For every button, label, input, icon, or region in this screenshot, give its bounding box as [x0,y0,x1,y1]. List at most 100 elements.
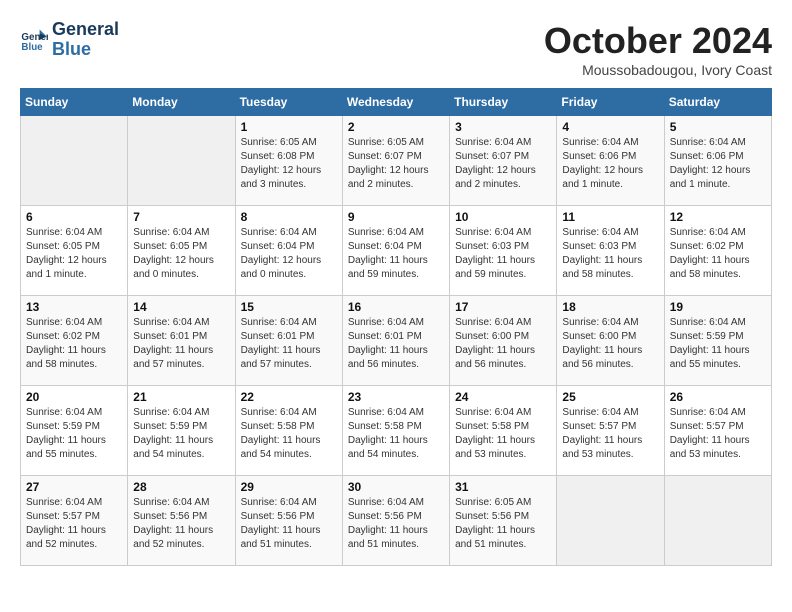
calendar-cell: 26 Sunrise: 6:04 AM Sunset: 5:57 PM Dayli… [664,386,771,476]
day-number: 7 [133,210,229,224]
day-detail: Sunrise: 6:05 AM Sunset: 6:07 PM Dayligh… [348,136,444,192]
calendar-cell [557,476,664,566]
calendar-cell: 28 Sunrise: 6:04 AM Sunset: 5:56 PM Dayli… [128,476,235,566]
calendar-week-row: 27 Sunrise: 6:04 AM Sunset: 5:57 PM Dayli… [21,476,772,566]
day-number: 19 [670,300,766,314]
calendar-cell [21,116,128,206]
day-number: 15 [241,300,337,314]
day-number: 24 [455,390,551,404]
day-number: 30 [348,480,444,494]
calendar-cell: 27 Sunrise: 6:04 AM Sunset: 5:57 PM Dayli… [21,476,128,566]
day-detail: Sunrise: 6:04 AM Sunset: 5:59 PM Dayligh… [670,316,766,372]
day-number: 10 [455,210,551,224]
title-area: October 2024 Moussobadougou, Ivory Coast [544,20,772,78]
day-number: 16 [348,300,444,314]
day-number: 11 [562,210,658,224]
calendar-week-row: 6 Sunrise: 6:04 AM Sunset: 6:05 PM Daylig… [21,206,772,296]
weekday-header-monday: Monday [128,89,235,116]
weekday-header-thursday: Thursday [450,89,557,116]
day-detail: Sunrise: 6:04 AM Sunset: 6:07 PM Dayligh… [455,136,551,192]
day-detail: Sunrise: 6:04 AM Sunset: 6:01 PM Dayligh… [133,316,229,372]
calendar-cell: 16 Sunrise: 6:04 AM Sunset: 6:01 PM Dayli… [342,296,449,386]
day-number: 14 [133,300,229,314]
day-number: 28 [133,480,229,494]
weekday-header-saturday: Saturday [664,89,771,116]
day-detail: Sunrise: 6:04 AM Sunset: 6:05 PM Dayligh… [26,226,122,282]
calendar-cell: 6 Sunrise: 6:04 AM Sunset: 6:05 PM Daylig… [21,206,128,296]
weekday-header-friday: Friday [557,89,664,116]
weekday-header-sunday: Sunday [21,89,128,116]
day-detail: Sunrise: 6:04 AM Sunset: 5:58 PM Dayligh… [348,406,444,462]
calendar-cell [664,476,771,566]
day-detail: Sunrise: 6:04 AM Sunset: 6:00 PM Dayligh… [562,316,658,372]
weekday-header-tuesday: Tuesday [235,89,342,116]
calendar-cell: 10 Sunrise: 6:04 AM Sunset: 6:03 PM Dayli… [450,206,557,296]
day-number: 4 [562,120,658,134]
calendar-cell: 29 Sunrise: 6:04 AM Sunset: 5:56 PM Dayli… [235,476,342,566]
calendar-cell: 4 Sunrise: 6:04 AM Sunset: 6:06 PM Daylig… [557,116,664,206]
calendar-cell: 8 Sunrise: 6:04 AM Sunset: 6:04 PM Daylig… [235,206,342,296]
day-number: 22 [241,390,337,404]
day-detail: Sunrise: 6:04 AM Sunset: 6:02 PM Dayligh… [670,226,766,282]
calendar-cell: 20 Sunrise: 6:04 AM Sunset: 5:59 PM Dayli… [21,386,128,476]
logo-text-line1: General [52,20,119,40]
day-number: 8 [241,210,337,224]
day-number: 17 [455,300,551,314]
location-subtitle: Moussobadougou, Ivory Coast [544,62,772,78]
day-detail: Sunrise: 6:05 AM Sunset: 6:08 PM Dayligh… [241,136,337,192]
calendar-cell: 12 Sunrise: 6:04 AM Sunset: 6:02 PM Dayli… [664,206,771,296]
day-number: 1 [241,120,337,134]
day-detail: Sunrise: 6:04 AM Sunset: 5:56 PM Dayligh… [348,496,444,552]
day-number: 29 [241,480,337,494]
calendar-cell: 22Sunrise: 6:04 AM Sunset: 5:58 PM Dayli… [235,386,342,476]
day-detail: Sunrise: 6:05 AM Sunset: 5:56 PM Dayligh… [455,496,551,552]
calendar-cell: 24 Sunrise: 6:04 AM Sunset: 5:58 PM Dayli… [450,386,557,476]
calendar-cell: 30 Sunrise: 6:04 AM Sunset: 5:56 PM Dayli… [342,476,449,566]
calendar-week-row: 13Sunrise: 6:04 AM Sunset: 6:02 PM Dayli… [21,296,772,386]
day-detail: Sunrise: 6:04 AM Sunset: 5:57 PM Dayligh… [26,496,122,552]
day-number: 21 [133,390,229,404]
day-number: 13 [26,300,122,314]
weekday-header-wednesday: Wednesday [342,89,449,116]
day-number: 6 [26,210,122,224]
calendar-cell: 7 Sunrise: 6:04 AM Sunset: 6:05 PM Daylig… [128,206,235,296]
day-number: 5 [670,120,766,134]
day-number: 27 [26,480,122,494]
calendar-cell: 9Sunrise: 6:04 AM Sunset: 6:04 PM Daylig… [342,206,449,296]
day-detail: Sunrise: 6:04 AM Sunset: 6:06 PM Dayligh… [670,136,766,192]
calendar-header-row: SundayMondayTuesdayWednesdayThursdayFrid… [21,89,772,116]
calendar-cell: 1 Sunrise: 6:05 AM Sunset: 6:08 PM Daylig… [235,116,342,206]
calendar-cell: 3Sunrise: 6:04 AM Sunset: 6:07 PM Daylig… [450,116,557,206]
day-number: 9 [348,210,444,224]
day-detail: Sunrise: 6:04 AM Sunset: 6:05 PM Dayligh… [133,226,229,282]
svg-text:Blue: Blue [21,42,43,53]
day-detail: Sunrise: 6:04 AM Sunset: 6:00 PM Dayligh… [455,316,551,372]
day-number: 18 [562,300,658,314]
day-number: 12 [670,210,766,224]
logo: General Blue General Blue [20,20,119,60]
day-detail: Sunrise: 6:04 AM Sunset: 6:03 PM Dayligh… [562,226,658,282]
calendar-cell: 21 Sunrise: 6:04 AM Sunset: 5:59 PM Dayli… [128,386,235,476]
day-detail: Sunrise: 6:04 AM Sunset: 5:59 PM Dayligh… [26,406,122,462]
day-number: 2 [348,120,444,134]
day-detail: Sunrise: 6:04 AM Sunset: 5:56 PM Dayligh… [133,496,229,552]
day-detail: Sunrise: 6:04 AM Sunset: 6:04 PM Dayligh… [241,226,337,282]
calendar-table: SundayMondayTuesdayWednesdayThursdayFrid… [20,88,772,566]
day-detail: Sunrise: 6:04 AM Sunset: 5:57 PM Dayligh… [562,406,658,462]
day-detail: Sunrise: 6:04 AM Sunset: 5:57 PM Dayligh… [670,406,766,462]
day-number: 26 [670,390,766,404]
day-detail: Sunrise: 6:04 AM Sunset: 6:03 PM Dayligh… [455,226,551,282]
day-detail: Sunrise: 6:04 AM Sunset: 5:59 PM Dayligh… [133,406,229,462]
day-number: 20 [26,390,122,404]
calendar-cell: 11 Sunrise: 6:04 AM Sunset: 6:03 PM Dayli… [557,206,664,296]
day-detail: Sunrise: 6:04 AM Sunset: 6:01 PM Dayligh… [348,316,444,372]
day-detail: Sunrise: 6:04 AM Sunset: 6:06 PM Dayligh… [562,136,658,192]
day-detail: Sunrise: 6:04 AM Sunset: 5:56 PM Dayligh… [241,496,337,552]
day-detail: Sunrise: 6:04 AM Sunset: 5:58 PM Dayligh… [455,406,551,462]
day-detail: Sunrise: 6:04 AM Sunset: 6:01 PM Dayligh… [241,316,337,372]
calendar-cell: 25Sunrise: 6:04 AM Sunset: 5:57 PM Dayli… [557,386,664,476]
calendar-cell: 18 Sunrise: 6:04 AM Sunset: 6:00 PM Dayli… [557,296,664,386]
calendar-cell: 5 Sunrise: 6:04 AM Sunset: 6:06 PM Daylig… [664,116,771,206]
calendar-cell: 15 Sunrise: 6:04 AM Sunset: 6:01 PM Dayli… [235,296,342,386]
logo-icon: General Blue [20,26,48,54]
